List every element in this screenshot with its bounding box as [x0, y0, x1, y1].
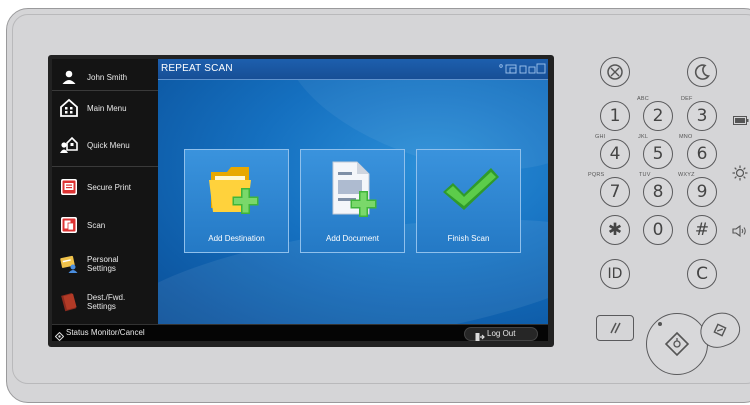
add-document-button[interactable]: Add Document	[300, 149, 405, 253]
reset-button[interactable]	[596, 315, 634, 341]
key-2[interactable]: 2	[643, 101, 673, 131]
sidebar-item-main-menu[interactable]: Main Menu	[52, 90, 158, 126]
key-sub-label: ABC	[637, 96, 649, 102]
key-label: 6	[696, 144, 708, 164]
key-label: 8	[652, 182, 664, 202]
key-sub-label: PQRS	[588, 172, 605, 178]
key-label: ✱	[607, 220, 623, 240]
log-out-icon	[475, 329, 485, 341]
key-label: 1	[609, 106, 621, 126]
sidebar-item-label: Scan	[87, 220, 106, 230]
sidebar-item-quick-menu[interactable]: Quick Menu	[52, 127, 158, 163]
main-content: REPEAT SCAN Add Destination Add Document…	[158, 59, 548, 324]
key-asterisk[interactable]: ✱	[600, 215, 630, 245]
status-monitor-cancel-button[interactable]: Status Monitor/Cancel	[66, 328, 145, 337]
key-7[interactable]: 7	[600, 177, 630, 207]
volume-icon	[732, 224, 748, 242]
secure-print-icon	[58, 176, 80, 198]
brightness-icon	[732, 165, 748, 186]
add-destination-button[interactable]: Add Destination	[184, 149, 289, 253]
key-label: 3	[696, 106, 708, 126]
key-9[interactable]: 9	[687, 177, 717, 207]
key-sub-label: DEF	[681, 96, 693, 102]
sidebar-divider	[52, 166, 158, 167]
tile-label: Finish Scan	[447, 234, 490, 243]
key-8[interactable]: 8	[643, 177, 673, 207]
key-sub-label: TUV	[639, 172, 651, 178]
tile-label: Add Document	[326, 234, 379, 243]
dest-fwd-settings-icon	[58, 291, 80, 313]
key-4[interactable]: 4	[600, 139, 630, 169]
key-sub-label: WXYZ	[678, 172, 695, 178]
tile-label: Add Destination	[208, 234, 265, 243]
key-sub-label: JKL	[638, 134, 649, 140]
key-0[interactable]: 0	[643, 215, 673, 245]
checkmark-icon	[417, 158, 520, 222]
sidebar-item-dest-fwd-settings[interactable]: Dest./Fwd. Settings	[52, 284, 158, 320]
quick-menu-icon	[58, 134, 80, 156]
sleep-button[interactable]	[687, 57, 717, 87]
touch-screen: John Smith Main Menu Quick Menu Secure P…	[52, 59, 548, 341]
page-title: REPEAT SCAN	[161, 63, 233, 74]
reset-icon	[610, 322, 621, 334]
user-icon	[58, 66, 80, 88]
start-icon	[664, 331, 690, 357]
key-label: ID	[607, 266, 623, 282]
sidebar-item-scan[interactable]: Scan	[52, 207, 158, 243]
sidebar-item-label: John Smith	[87, 72, 128, 82]
key-hash[interactable]: #	[687, 215, 717, 245]
sidebar-item-label: Secure Print	[87, 182, 132, 192]
add-folder-icon	[185, 158, 288, 222]
key-label: C	[696, 264, 708, 284]
sidebar-item-label: Main Menu	[87, 103, 127, 113]
device-status-icon	[499, 63, 546, 74]
key-label: 4	[609, 144, 621, 164]
sidebar: John Smith Main Menu Quick Menu Secure P…	[52, 59, 158, 324]
sidebar-item-personal-settings[interactable]: Personal Settings	[52, 246, 158, 282]
scan-icon	[58, 214, 80, 236]
finish-scan-button[interactable]: Finish Scan	[416, 149, 521, 253]
sidebar-item-label: Quick Menu	[87, 140, 130, 150]
clear-button[interactable]: C	[687, 259, 717, 289]
start-button[interactable]	[646, 313, 708, 375]
sidebar-item-label: Dest./Fwd. Settings	[87, 293, 126, 311]
key-label: 9	[696, 182, 708, 202]
title-status-icons	[498, 62, 546, 76]
key-label: #	[694, 220, 710, 240]
personal-settings-icon	[58, 253, 80, 275]
start-indicator-light	[658, 322, 662, 326]
key-5[interactable]: 5	[643, 139, 673, 169]
key-sub-label: MNO	[679, 134, 693, 140]
key-label: 5	[652, 144, 664, 164]
moon-icon	[694, 64, 710, 80]
key-3[interactable]: 3	[687, 101, 717, 131]
key-1[interactable]: 1	[600, 101, 630, 131]
stop-icon	[607, 64, 623, 80]
battery-indicator-icon	[733, 112, 749, 130]
status-bar: Status Monitor/Cancel Log Out	[52, 324, 548, 341]
title-bar: REPEAT SCAN	[158, 59, 548, 80]
add-document-icon	[301, 158, 404, 222]
key-label: 2	[652, 106, 664, 126]
key-6[interactable]: 6	[687, 139, 717, 169]
sidebar-item-secure-print[interactable]: Secure Print	[52, 169, 158, 205]
main-menu-icon	[58, 97, 80, 119]
key-label: 7	[609, 182, 621, 202]
log-out-button[interactable]: Log Out	[464, 327, 538, 341]
log-out-label: Log Out	[487, 329, 516, 338]
id-button[interactable]: ID	[600, 259, 630, 289]
stop-symbol-icon	[713, 323, 727, 337]
status-monitor-icon	[54, 328, 65, 341]
energy-saver-button[interactable]	[600, 57, 630, 87]
key-sub-label: GHI	[595, 134, 606, 140]
key-label: 0	[652, 220, 664, 240]
sidebar-item-label: Personal Settings	[87, 255, 119, 273]
